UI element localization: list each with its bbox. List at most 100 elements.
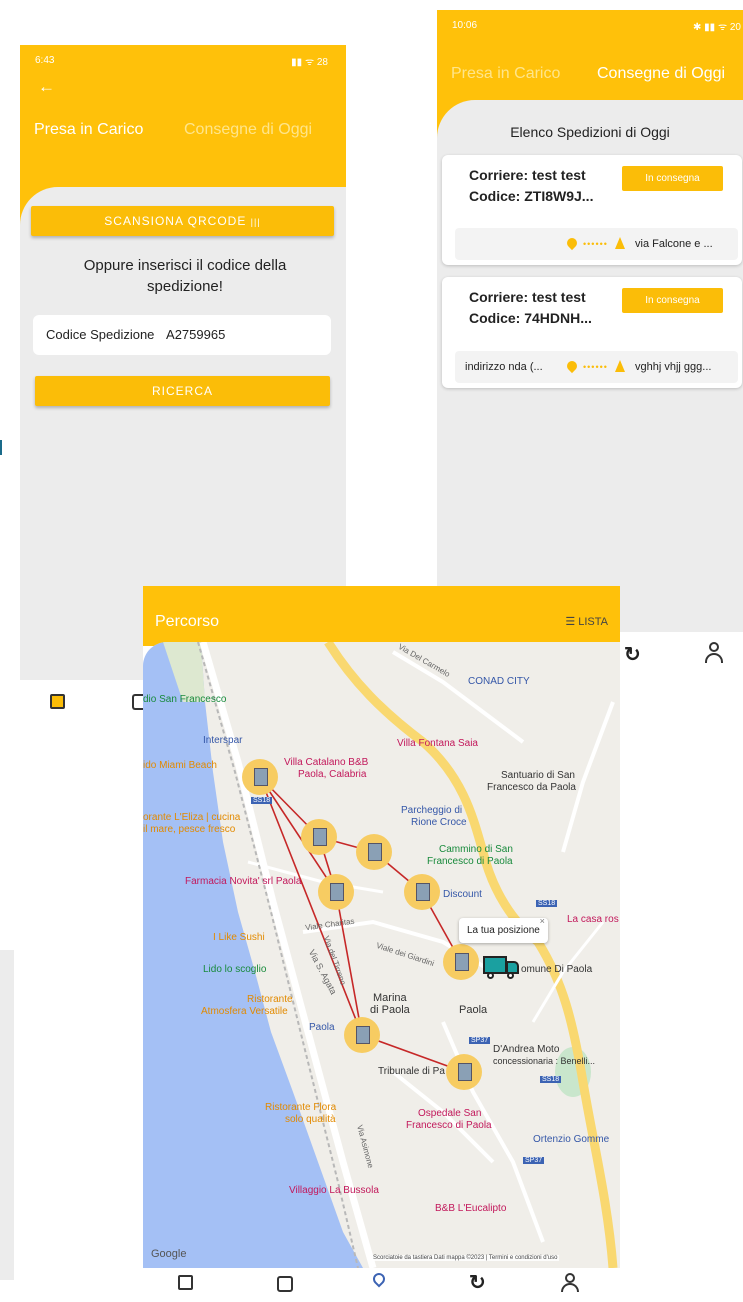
poi-label: Francesco di Paola — [427, 856, 513, 867]
tab-presa-in-carico[interactable]: Presa in Carico — [451, 65, 560, 83]
poi-label: Rione Croce — [411, 817, 467, 828]
poi-label: Ortenzio Gomme — [533, 1134, 610, 1145]
refresh-icon[interactable]: ↻ — [469, 1270, 486, 1295]
battery-indicator: ▮▮ ᯤ 28 — [291, 57, 328, 68]
poi-label: I Like Sushi — [213, 932, 265, 943]
package-icon[interactable] — [178, 1275, 193, 1290]
delivery-marker[interactable] — [301, 819, 337, 855]
road-shield: SP37 — [523, 1157, 545, 1164]
shipment-code: Codice: 74HDNH... — [469, 310, 592, 326]
route-row: •••••• via Falcone e ... — [455, 228, 738, 260]
search-button[interactable]: RICERCA — [35, 376, 330, 406]
poi-label: Ospedale San — [418, 1108, 482, 1119]
road-shield: SP37 — [469, 1037, 491, 1044]
list-button[interactable]: ☰ LISTA — [565, 615, 608, 628]
poi-label: Villaggio La Bussola — [289, 1185, 379, 1196]
close-icon[interactable]: × — [540, 916, 545, 926]
road-shield: SS18 — [251, 797, 273, 804]
map-pin-icon[interactable] — [370, 1270, 388, 1288]
google-logo: Google — [151, 1248, 187, 1260]
code-field-label: Codice Spedizione — [46, 327, 155, 342]
shipment-card[interactable]: Corriere: test test Codice: ZTI8W9J... I… — [442, 155, 742, 265]
poi-label: Lido lo scoglio — [203, 964, 267, 975]
poi-label: Villa Fontana Saia — [397, 738, 478, 749]
position-tooltip: La tua posizione × — [459, 916, 548, 943]
bottom-nav-partial-right: ↻ — [612, 632, 743, 682]
tab-consegne-di-oggi[interactable]: Consegne di Oggi — [184, 121, 312, 139]
shipment-code: Codice: ZTI8W9J... — [469, 188, 594, 204]
wallet-icon[interactable] — [277, 1276, 293, 1292]
place-label: di Paola — [370, 1004, 410, 1016]
route-row: indirizzo nda (... •••••• vghhj vhjj ggg… — [455, 351, 738, 383]
poi-label: Paola, Calabria — [298, 769, 367, 780]
delivery-marker[interactable] — [356, 834, 392, 870]
truck-icon[interactable] — [483, 954, 519, 980]
barcode-icon: ||| — [250, 217, 261, 227]
poi-label: D'Andrea Moto — [493, 1044, 560, 1055]
bottom-nav-partial-left — [20, 680, 145, 725]
delivery-marker[interactable] — [443, 944, 479, 980]
status-bar: 10:06 ✱ ▮▮ ᯤ 20 — [437, 10, 743, 38]
road-shield: SS18 — [540, 1076, 562, 1083]
navigation-arrow-icon — [615, 237, 625, 252]
poi-label: Francesco da Paola — [487, 782, 576, 793]
phone-consegne-di-oggi: 10:06 ✱ ▮▮ ᯤ 20 Presa in Carico Consegne… — [437, 10, 743, 632]
shipment-card[interactable]: Corriere: test test Codice: 74HDNH... In… — [442, 277, 742, 388]
poi-label: Villa Catalano B&B — [284, 757, 369, 768]
poi-label: Tribunale di Pa — [378, 1066, 445, 1077]
poi-label: solo qualità — [285, 1114, 336, 1125]
status-bar: 6:43 ▮▮ ᯤ 28 — [20, 45, 346, 73]
or-text: Oppure inserisci il codice della spedizi… — [83, 257, 287, 295]
station-label: Paola — [309, 1022, 335, 1033]
code-field-value: A2759965 — [166, 327, 226, 342]
poi-label: Santuario di San — [501, 770, 575, 781]
scan-qrcode-button[interactable]: SCANSIONA QRCODE ||| — [31, 206, 334, 236]
destination-address: via Falcone e ... — [635, 238, 713, 250]
poi-label: orante L'Eliza | cucina — [143, 812, 241, 823]
poi-label: La casa ros — [567, 914, 619, 925]
place-label: Marina — [373, 992, 407, 1004]
arrow-left-icon[interactable]: ← — [38, 77, 55, 97]
road-shield: SS18 — [536, 900, 558, 907]
delivery-marker[interactable] — [446, 1054, 482, 1090]
navigation-arrow-icon — [615, 360, 625, 375]
poi-label: dio San Francesco — [143, 694, 227, 705]
poi-label: Parcheggio di — [401, 805, 463, 816]
delivery-marker[interactable] — [344, 1017, 380, 1053]
origin-address: indirizzo nda (... — [465, 361, 543, 373]
poi-label: Interspar — [203, 735, 243, 746]
place-label: Paola — [459, 1004, 488, 1016]
route-dots: •••••• — [583, 239, 608, 249]
phone-presa-in-carico: 6:43 ▮▮ ᯤ 28 ← Presa in Carico Consegne … — [20, 45, 346, 680]
poi-label: B&B L'Eucalipto — [435, 1203, 507, 1214]
status-time: 6:43 — [35, 55, 55, 66]
scan-qrcode-label: SCANSIONA QRCODE — [104, 214, 247, 228]
user-icon[interactable] — [561, 1273, 579, 1293]
status-time: 10:06 — [452, 20, 478, 31]
poi-label: Ristorante — [247, 994, 293, 1005]
delivery-marker[interactable] — [242, 759, 278, 795]
list-title: Elenco Spedizioni di Oggi — [510, 124, 670, 140]
package-icon[interactable] — [50, 694, 65, 709]
status-badge[interactable]: In consegna — [622, 166, 723, 191]
battery-indicator: ✱ ▮▮ ᯤ 20 — [693, 22, 741, 33]
status-badge[interactable]: In consegna — [622, 288, 723, 313]
code-field[interactable]: Codice Spedizione A2759965 — [33, 315, 331, 355]
phone-percorso: Percorso ☰ LISTA La tua posizione × CONA… — [143, 586, 620, 1302]
route-map[interactable]: La tua posizione × CONAD CITY dio San Fr… — [143, 642, 620, 1268]
destination-address: vghhj vhjj ggg... — [635, 361, 712, 373]
route-dots: •••••• — [583, 362, 608, 372]
user-icon[interactable] — [704, 642, 724, 664]
poi-label: Cammino di San — [439, 844, 513, 855]
poi-label: ido Miami Beach — [143, 760, 217, 771]
map-footer[interactable]: Scorciatoie da tastiera Dati mappa ©2023… — [371, 1255, 560, 1261]
delivery-marker[interactable] — [404, 874, 440, 910]
poi-label: il mare, pesce fresco — [143, 824, 236, 835]
tab-consegne-di-oggi[interactable]: Consegne di Oggi — [597, 65, 725, 83]
delivery-marker[interactable] — [318, 874, 354, 910]
tab-presa-in-carico[interactable]: Presa in Carico — [34, 121, 143, 139]
poi-label: CONAD CITY — [468, 676, 530, 687]
map-pin-icon — [564, 235, 580, 251]
refresh-icon[interactable]: ↻ — [624, 642, 641, 667]
poi-label: omune Di Paola — [521, 964, 593, 975]
